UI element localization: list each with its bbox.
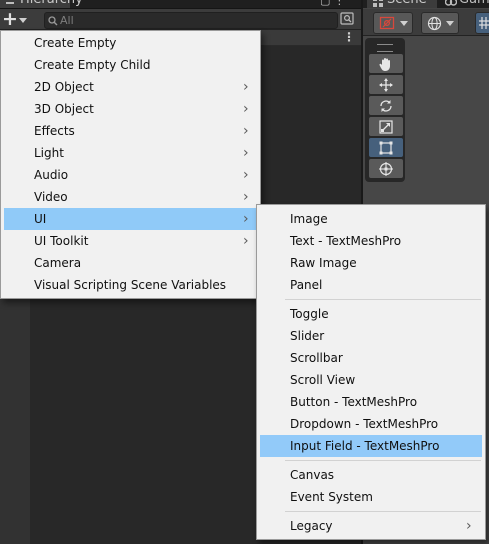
menu-item-visual-scripting-scene-variables[interactable]: Visual Scripting Scene Variables [1,274,260,296]
submenu-item-event-system[interactable]: Event System [257,486,485,508]
tool-handle-dropdown[interactable] [373,12,413,34]
menu-item-create-empty-child[interactable]: Create Empty Child [1,54,260,76]
submenu-item-raw-image[interactable]: Raw Image [257,252,485,274]
scene-grid-icon [373,0,383,8]
menu-separator [285,460,481,461]
chevron-right-icon: › [243,233,249,249]
submenu-item-toggle[interactable]: Toggle [257,303,485,325]
hierarchy-list-icon [4,0,14,6]
menu-item-camera[interactable]: Camera [1,252,260,274]
move-tool-icon[interactable] [369,75,403,94]
scene-tab-bar: Scene Game [363,0,489,8]
rect-tool-icon[interactable] [369,138,403,157]
chevron-down-icon [445,20,454,26]
plus-icon: + [2,8,18,30]
chevron-right-icon: › [243,167,249,183]
chevron-down-icon [399,20,408,26]
ui-submenu: Image Text - TextMeshPro Raw Image Panel… [256,204,486,540]
menu-item-ui-toolkit[interactable]: UI Toolkit › [1,230,260,252]
drag-handle-icon[interactable] [377,44,393,52]
globe-icon [427,16,441,30]
pivot-icon [379,16,394,30]
chevron-right-icon: › [243,189,249,205]
create-context-menu: Create Empty Create Empty Child 2D Objec… [0,30,261,299]
grid-snapping-button[interactable] [475,12,489,34]
menu-item-video[interactable]: Video › [1,186,260,208]
game-tab-title: Game [459,0,489,8]
chevron-right-icon: › [243,211,249,227]
submenu-item-dropdown-textmeshpro[interactable]: Dropdown - TextMeshPro [257,413,485,435]
global-local-dropdown[interactable] [421,12,459,34]
submenu-item-canvas[interactable]: Canvas [257,464,485,486]
submenu-item-input-field-textmeshpro[interactable]: Input Field - TextMeshPro [260,435,482,457]
transform-tool-icon[interactable] [369,159,403,178]
rotate-tool-icon[interactable] [369,96,403,115]
submenu-item-button-textmeshpro[interactable]: Button - TextMeshPro [257,391,485,413]
scale-tool-icon[interactable] [369,117,403,136]
chevron-right-icon: › [466,518,472,534]
chevron-right-icon: › [243,123,249,139]
menu-item-effects[interactable]: Effects › [1,120,260,142]
chevron-down-icon [19,17,27,23]
submenu-item-slider[interactable]: Slider [257,325,485,347]
game-tab[interactable]: Game [445,0,489,8]
submenu-item-scroll-view[interactable]: Scroll View [257,369,485,391]
scene-tab[interactable]: Scene [367,0,437,8]
menu-separator [285,511,481,512]
submenu-item-image[interactable]: Image [257,208,485,230]
hierarchy-tab-title: Hierarchy [20,0,83,8]
more-options-icon[interactable]: ⋮ [343,30,355,45]
search-icon [46,13,60,28]
submenu-item-scrollbar[interactable]: Scrollbar [257,347,485,369]
menu-item-create-empty[interactable]: Create Empty [1,32,260,54]
hierarchy-tab[interactable]: Hierarchy [0,0,83,8]
chevron-right-icon: › [243,145,249,161]
grid-icon [479,17,489,29]
add-object-button[interactable]: + [2,8,32,30]
hand-tool-icon[interactable] [369,54,403,73]
search-by-type-icon[interactable] [340,12,355,27]
chevron-right-icon: › [243,79,249,95]
menu-separator [285,299,481,300]
submenu-item-panel[interactable]: Panel [257,274,485,296]
scene-toolbar [363,9,489,36]
chevron-right-icon: › [243,101,249,117]
menu-item-audio[interactable]: Audio › [1,164,260,186]
hierarchy-search[interactable] [44,12,338,29]
search-input[interactable] [60,13,320,28]
gamepad-icon [445,0,458,8]
hierarchy-toolbar: + [0,9,361,30]
menu-item-light[interactable]: Light › [1,142,260,164]
hierarchy-tab-menu-buttons[interactable]: ▢ ⋮ [320,0,360,6]
hierarchy-tab-bar: Hierarchy ▢ ⋮ [0,0,361,9]
submenu-item-legacy[interactable]: Legacy › [257,515,485,537]
submenu-item-text-textmeshpro[interactable]: Text - TextMeshPro [257,230,485,252]
menu-item-2d-object[interactable]: 2D Object › [1,76,260,98]
scene-tab-title: Scene [387,0,427,8]
tool-palette [365,38,405,182]
menu-item-3d-object[interactable]: 3D Object › [1,98,260,120]
menu-item-ui[interactable]: UI › [4,208,257,230]
